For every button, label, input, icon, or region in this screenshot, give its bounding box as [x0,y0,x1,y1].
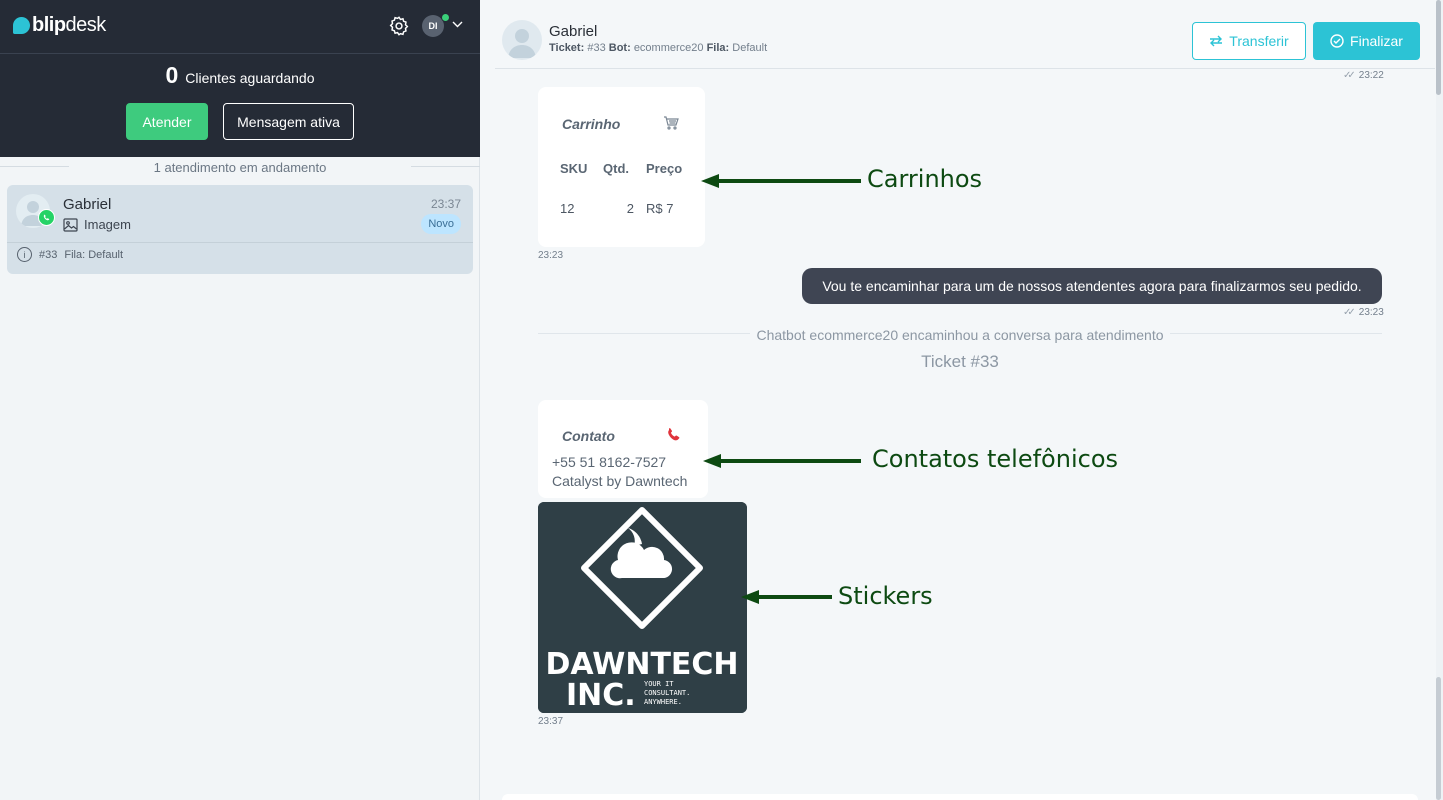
cart-sku: 12 [560,201,575,216]
finish-label: Finalizar [1350,33,1403,49]
gear-icon[interactable] [388,15,410,37]
sticker-line1: DAWNTECH [545,647,738,682]
sidebar: blip desk DI 0 Clientes aguardando Atend… [0,0,480,800]
annotation-cart: Carrinhos [867,165,983,193]
image-icon [63,217,78,232]
new-badge: Novo [421,214,461,234]
chat-panel: Gabriel Ticket: #33 Bot: ecommerce20 Fil… [481,0,1443,800]
conversation-preview: Imagem [63,217,131,232]
check-circle-icon [1330,34,1344,48]
cart-table-row: 12 2 R$ 7 [560,201,690,241]
annotation-arrow-icon [701,174,861,188]
sticker-line2: INC. [566,678,636,713]
queue-label: Fila: [706,42,730,54]
column-header: Qtd. [603,161,629,176]
queue-info: Fila: Default [64,249,123,261]
double-check-icon: ✓✓ [1343,307,1356,318]
ticket-label: Ticket: [549,42,585,54]
logo-text-blip: blip [32,13,66,36]
system-message-text: Chatbot ecommerce20 encaminhou a convers… [750,327,1170,343]
sticker-tagline2: CONSULTANT. [644,689,690,697]
cart-title: Carrinho [562,116,621,132]
annotation-sticker: Stickers [838,582,933,610]
cart-table-header: SKU Qtd. Preço [560,161,690,201]
whatsapp-icon [38,209,55,226]
header-divider [0,53,480,54]
message-timestamp: ✓✓ 23:22 [1343,70,1384,81]
shopping-cart-icon [664,116,679,130]
info-icon[interactable]: i [17,247,32,262]
contact-title: Contato [562,428,615,444]
chat-scrollbar-thumb[interactable] [1436,677,1441,800]
contact-name: Catalyst by Dawntech [552,473,688,489]
in-progress-divider: 1 atendimento em andamento [0,157,480,177]
bot-message-bubble: Vou te encaminhar para um de nossos aten… [802,268,1382,304]
sticker-tagline1: YOUR IT [644,680,674,688]
conversation-name: Gabriel [63,196,112,213]
queue-label: Fila: [64,248,86,261]
chat-ticket-info: Ticket: #33 Bot: ecommerce20 Fila: Defau… [549,42,767,54]
transfer-icon [1210,35,1223,47]
chat-contact-avatar [502,20,542,60]
ticket-number: #33 [39,248,58,261]
header-scrollbar-thumb[interactable] [1436,0,1441,95]
divider-line-right [411,166,480,167]
blipdesk-logo[interactable]: blip desk [13,13,106,37]
cart-message-card: Carrinho SKU Qtd. Preço 12 2 R$ 7 [538,87,705,247]
card-divider [7,242,473,243]
active-message-button[interactable]: Mensagem ativa [223,103,354,140]
sticker-tagline3: ANYWHERE. [644,698,682,706]
logo-bubble-icon [13,16,30,34]
system-ticket: Ticket #33 [921,352,999,371]
double-check-icon: ✓✓ [1343,70,1356,81]
timestamp-text: 23:22 [1358,70,1384,81]
annotation-arrow-icon [741,590,832,604]
column-header: SKU [560,161,588,176]
dawntech-logo: DAWNTECH INC. YOUR IT CONSULTANT. ANYWHE… [538,502,747,713]
bot-label: Bot: [608,42,631,54]
cart-table: SKU Qtd. Preço 12 2 R$ 7 [560,161,690,241]
annotation-contact: Contatos telefônicos [872,445,1118,473]
in-progress-label: 1 atendimento em andamento [153,159,327,175]
contact-message-card: Contato +55 51 8162-7527 Catalyst by Daw… [538,400,708,498]
sidebar-header: blip desk DI 0 Clientes aguardando Atend… [0,0,480,157]
cart-qty: 2 [626,201,634,216]
message-timestamp: 23:37 [538,716,564,727]
annotation-arrow-icon [703,454,861,468]
column-header: Preço [646,161,683,176]
waiting-count: 0 [165,62,179,88]
ticket-value: #33 [587,42,606,54]
sticker-image[interactable]: DAWNTECH INC. YOUR IT CONSULTANT. ANYWHE… [538,502,747,713]
cart-price: R$ 7 [646,201,674,216]
waiting-label: Clientes aguardando [185,70,315,86]
conversation-item[interactable]: Gabriel 23:37 Imagem Novo i #33 Fila: De… [7,185,473,274]
message-composer[interactable] [502,794,1418,800]
waiting-clients: 0 Clientes aguardando [0,62,480,89]
logo-text-desk: desk [65,13,107,36]
conversation-time: 23:37 [430,197,461,211]
contact-phone: +55 51 8162-7527 [552,454,667,470]
divider-line-left [0,166,69,167]
system-message: Chatbot ecommerce20 encaminhou a convers… [481,327,1439,343]
transfer-label: Transferir [1229,33,1289,49]
bot-value: ecommerce20 [633,42,704,54]
online-status-indicator [441,13,450,22]
message-timestamp: ✓✓ 23:23 [1343,307,1384,318]
attend-button[interactable]: Atender [126,103,208,140]
preview-text: Imagem [84,217,131,232]
person-icon [508,29,536,58]
timestamp-text: 23:23 [1358,307,1384,318]
queue-value: Default [732,42,768,54]
message-timestamp: 23:23 [538,250,564,261]
transfer-button[interactable]: Transferir [1192,22,1306,60]
chat-header: Gabriel Ticket: #33 Bot: ecommerce20 Fil… [495,0,1435,69]
chevron-down-icon[interactable] [451,19,464,29]
conversation-meta: i #33 Fila: Default [17,247,123,262]
finish-button[interactable]: Finalizar [1313,22,1420,60]
queue-value: Default [88,248,124,261]
phone-icon [668,428,680,441]
chat-contact-name: Gabriel [549,23,598,40]
